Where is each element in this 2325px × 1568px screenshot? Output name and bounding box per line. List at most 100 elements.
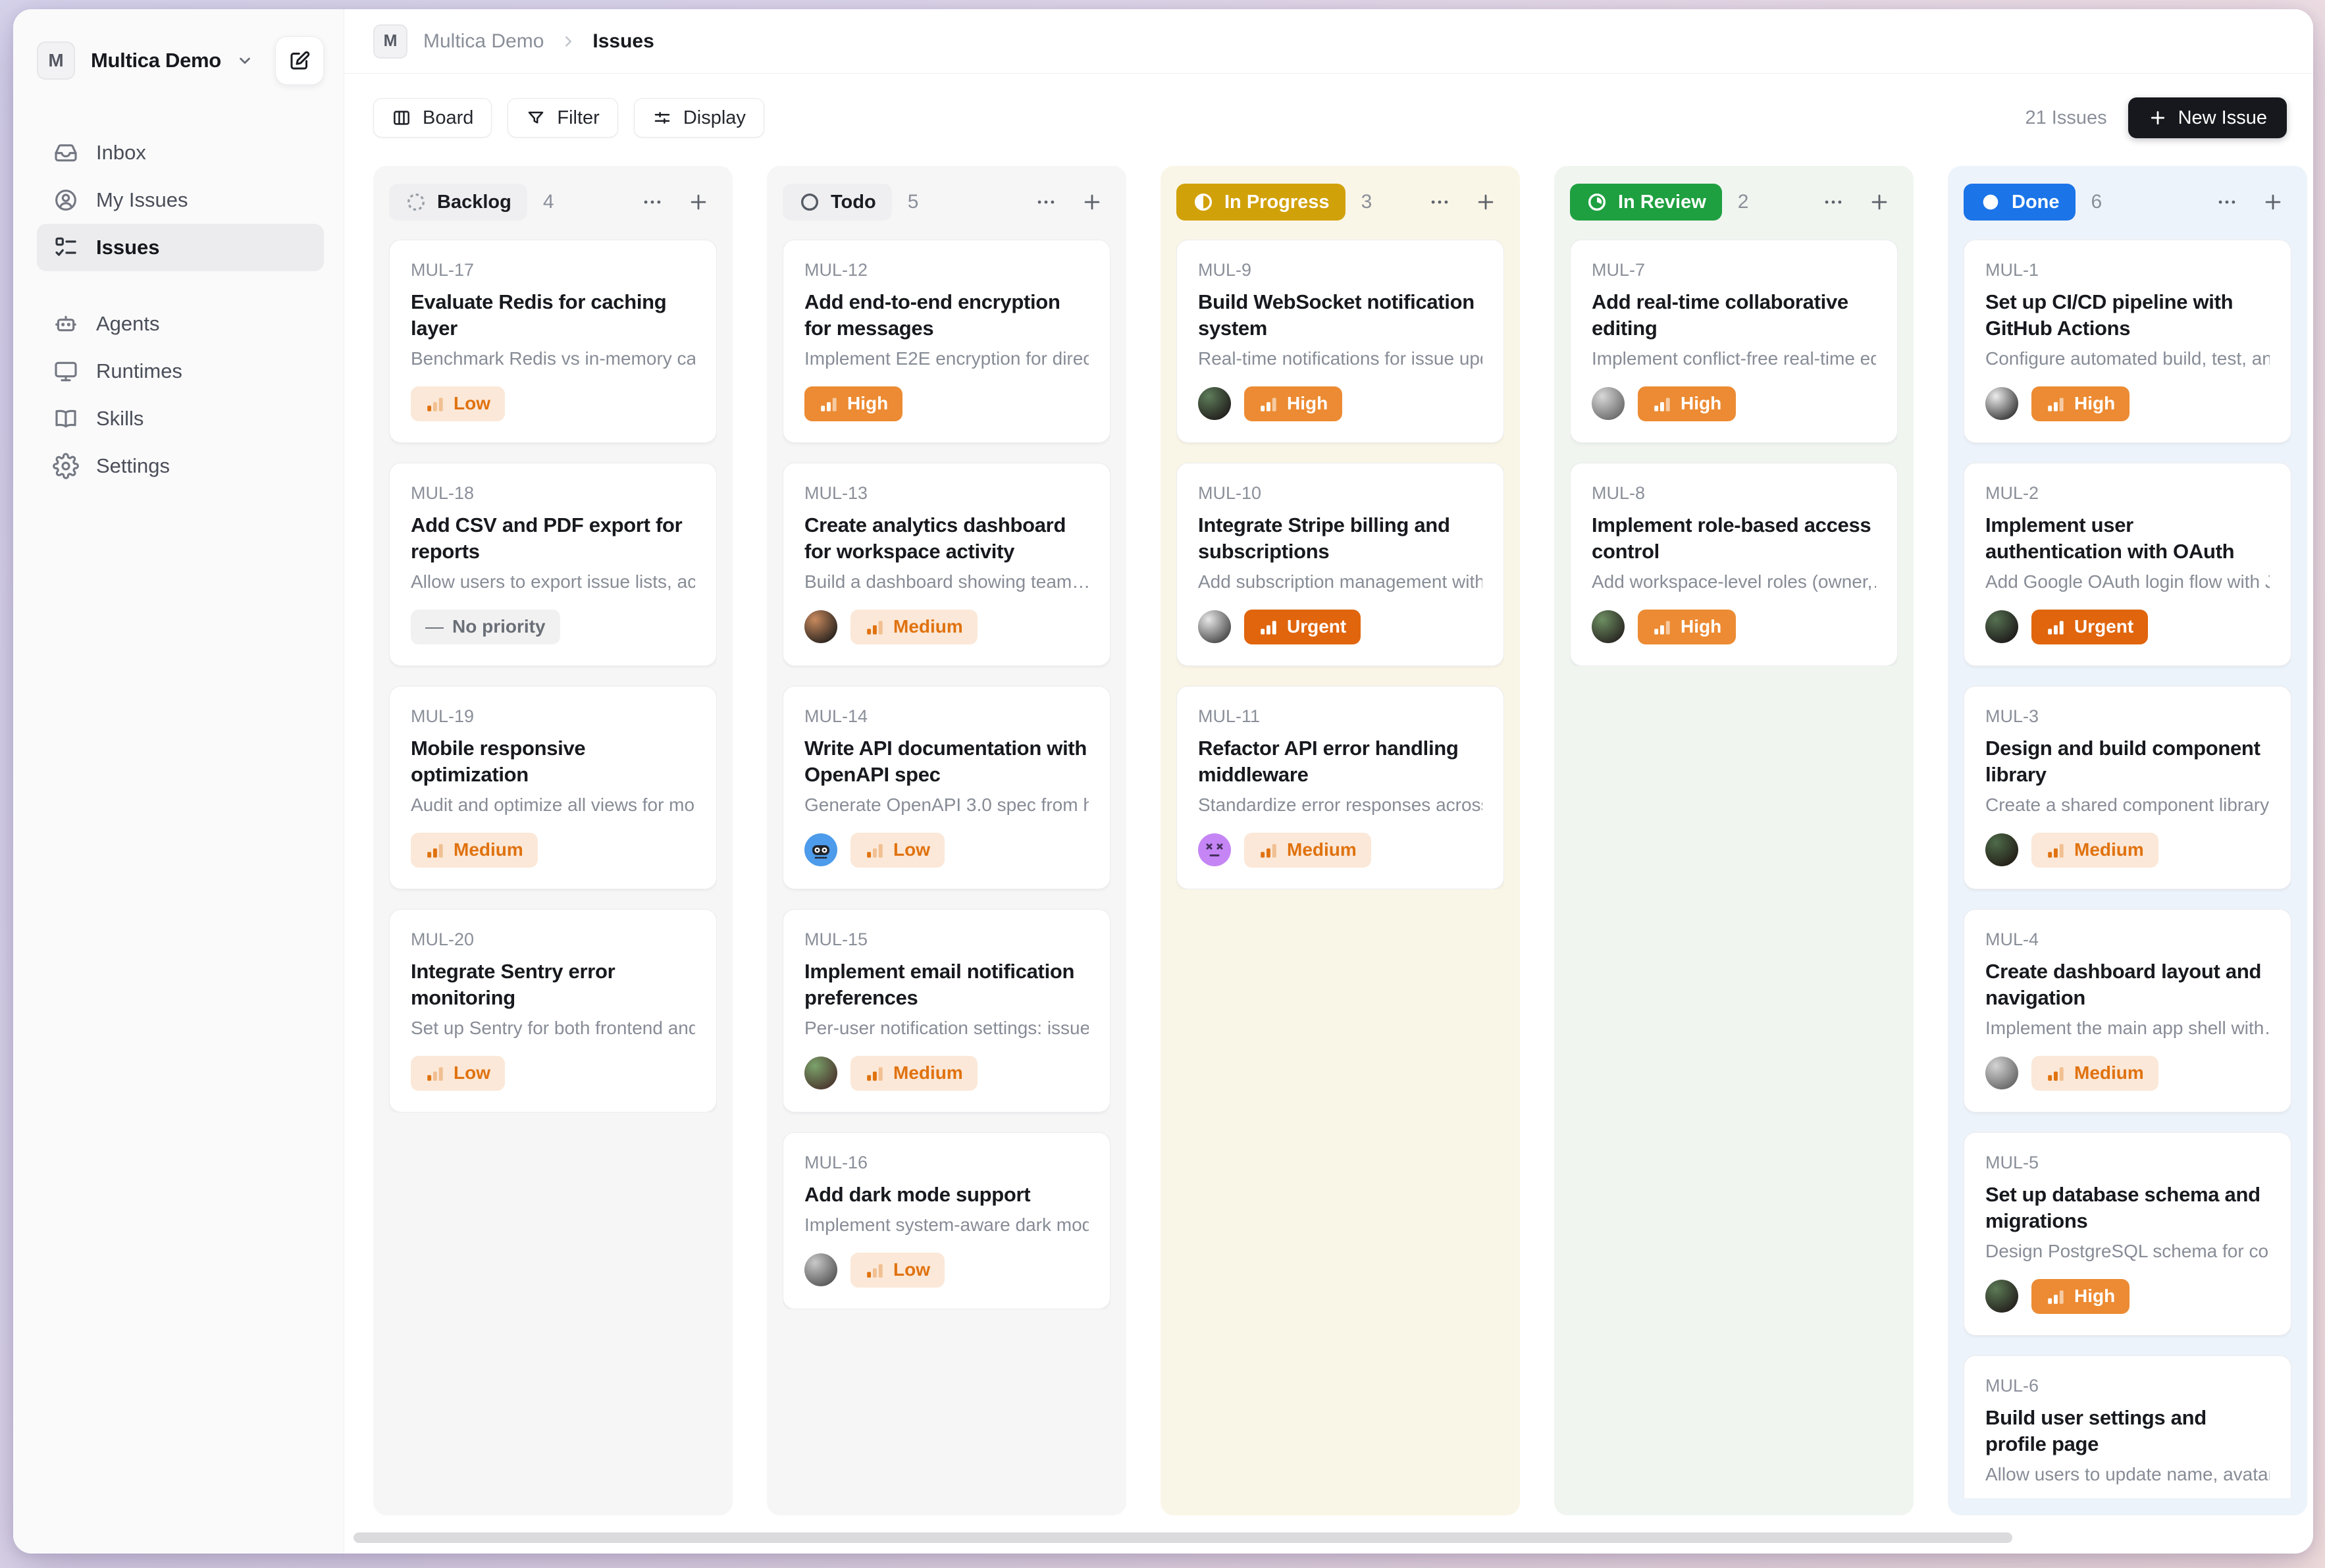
todo-circle-icon (798, 191, 821, 213)
issue-footer: Medium (1198, 833, 1482, 868)
assignee-avatar (1985, 610, 2018, 643)
column-header-inprogress: In Progress3 (1176, 183, 1504, 221)
issue-card-mul-12[interactable]: MUL-12Add end-to-end encryption for mess… (783, 240, 1110, 443)
filter-button[interactable]: Filter (508, 98, 617, 138)
desktop-background: { "sidebar": { "workspace_initial": "M",… (0, 0, 2325, 1568)
board-view-button[interactable]: Board (373, 98, 492, 138)
issue-card-mul-1[interactable]: MUL-1Set up CI/CD pipeline with GitHub A… (1964, 240, 2291, 443)
issue-card-mul-2[interactable]: MUL-2Implement user authentication with … (1964, 463, 2291, 666)
new-issue-button[interactable]: New Issue (2128, 97, 2287, 138)
column-more-button[interactable] (2208, 184, 2245, 221)
issue-card-mul-15[interactable]: MUL-15Implement email notification prefe… (783, 909, 1110, 1112)
issue-title: Add dark mode support (804, 1182, 1089, 1208)
issue-card-mul-11[interactable]: MUL-11Refactor API error handling middle… (1176, 686, 1504, 889)
display-button[interactable]: Display (634, 98, 764, 138)
chevron-down-icon[interactable] (236, 51, 254, 70)
column-header-backlog: Backlog4 (389, 183, 717, 221)
issue-title: Mobile responsive optimization (411, 735, 695, 788)
priority-bars-icon (819, 394, 839, 413)
issue-card-mul-3[interactable]: MUL-3Design and build component libraryC… (1964, 686, 2291, 889)
issue-card-mul-13[interactable]: MUL-13Create analytics dashboard for wor… (783, 463, 1110, 666)
issue-card-mul-7[interactable]: MUL-7Add real-time collaborative editing… (1570, 240, 1898, 443)
column-count: 3 (1361, 191, 1372, 213)
issue-footer: Medium (411, 833, 695, 868)
priority-badge-low: Low (411, 1056, 505, 1091)
workspace-name[interactable]: Multica Demo (91, 49, 221, 72)
display-label: Display (683, 107, 746, 129)
issue-footer: High (1198, 386, 1482, 421)
column-more-button[interactable] (1028, 184, 1064, 221)
column-add-button[interactable] (1074, 184, 1110, 221)
issue-title: Build WebSocket notification system (1198, 289, 1482, 342)
issue-title: Create analytics dashboard for workspace… (804, 512, 1089, 565)
sidebar-nav: InboxMy IssuesIssues AgentsRuntimesSkills… (37, 129, 324, 490)
column-add-button[interactable] (680, 184, 717, 221)
issue-footer: Low (804, 833, 1089, 868)
monitor-icon (53, 358, 79, 384)
issue-card-mul-6[interactable]: MUL-6Build user settings and profile pag… (1964, 1355, 2291, 1498)
priority-badge-medium: Medium (411, 833, 538, 868)
issue-card-mul-16[interactable]: MUL-16Add dark mode supportImplement sys… (783, 1132, 1110, 1309)
issue-card-mul-10[interactable]: MUL-10Integrate Stripe billing and subsc… (1176, 463, 1504, 666)
sidebar-item-skills[interactable]: Skills (37, 395, 324, 442)
column-cards: MUL-17Evaluate Redis for caching layerBe… (389, 240, 717, 1112)
priority-label: No priority (452, 616, 546, 637)
issue-card-mul-19[interactable]: MUL-19Mobile responsive optimizationAudi… (389, 686, 717, 889)
column-more-button[interactable] (634, 184, 671, 221)
issue-id: MUL-2 (1985, 483, 2270, 504)
breadcrumb-page: Issues (592, 30, 654, 53)
sidebar-item-inbox[interactable]: Inbox (37, 129, 324, 176)
assignee-avatar (1592, 387, 1625, 420)
issue-footer: High (1592, 386, 1876, 421)
compose-button[interactable] (275, 36, 324, 85)
sidebar-item-issues[interactable]: Issues (37, 224, 324, 271)
issue-card-mul-20[interactable]: MUL-20Integrate Sentry error monitoringS… (389, 909, 717, 1112)
new-issue-label: New Issue (2178, 107, 2267, 129)
column-cards: MUL-7Add real-time collaborative editing… (1570, 240, 1898, 666)
column-actions (634, 184, 717, 221)
issue-id: MUL-20 (411, 929, 695, 950)
status-label: Done (2012, 192, 2060, 213)
done-filled-circle-icon (1979, 191, 2002, 213)
column-add-button[interactable] (1861, 184, 1898, 221)
priority-label: Medium (893, 616, 963, 637)
breadcrumb-workspace[interactable]: Multica Demo (423, 30, 544, 53)
column-add-button[interactable] (2255, 184, 2291, 221)
issue-card-mul-17[interactable]: MUL-17Evaluate Redis for caching layerBe… (389, 240, 717, 443)
issue-footer: High (1592, 610, 1876, 644)
issue-id: MUL-6 (1985, 1376, 2270, 1396)
plus-icon (2148, 108, 2168, 128)
issue-card-mul-9[interactable]: MUL-9Build WebSocket notification system… (1176, 240, 1504, 443)
sidebar-item-runtimes[interactable]: Runtimes (37, 348, 324, 395)
assignee-avatar (804, 1253, 837, 1286)
dizzy-face-avatar (1198, 833, 1231, 866)
assignee-avatar (1198, 387, 1231, 420)
sidebar-item-my-issues[interactable]: My Issues (37, 176, 324, 224)
gear-icon (53, 453, 79, 479)
sidebar: M Multica Demo InboxMy IssuesIssuesAgent… (13, 9, 344, 1554)
issue-description: Allow users to export issue lists, activ… (411, 571, 695, 592)
issue-card-mul-8[interactable]: MUL-8Implement role-based access control… (1570, 463, 1898, 666)
column-more-button[interactable] (1421, 184, 1458, 221)
issue-title: Implement role-based access control (1592, 512, 1876, 565)
priority-badge-high: High (1638, 610, 1736, 644)
issue-card-mul-14[interactable]: MUL-14Write API documentation with OpenA… (783, 686, 1110, 889)
horizontal-scrollbar[interactable] (353, 1532, 2012, 1543)
priority-badge-high: High (1638, 386, 1736, 421)
issue-description: Design PostgreSQL schema for core… (1985, 1241, 2270, 1262)
issue-card-mul-5[interactable]: MUL-5Set up database schema and migratio… (1964, 1132, 2291, 1336)
board-column-inprogress: In Progress3 MUL-9Build WebSocket notific… (1161, 166, 1520, 1515)
sidebar-item-settings[interactable]: Settings (37, 442, 324, 490)
assignee-avatar (1985, 833, 2018, 866)
column-add-button[interactable] (1467, 184, 1504, 221)
display-sliders-icon (652, 108, 672, 128)
issue-description: Set up Sentry for both frontend and… (411, 1018, 695, 1039)
priority-label: High (1681, 393, 1721, 414)
column-header-todo: Todo5 (783, 183, 1110, 221)
issue-card-mul-4[interactable]: MUL-4Create dashboard layout and navigat… (1964, 909, 2291, 1112)
column-more-button[interactable] (1815, 184, 1852, 221)
priority-label: Medium (2074, 1062, 2144, 1084)
issue-card-mul-18[interactable]: MUL-18Add CSV and PDF export for reports… (389, 463, 717, 666)
sidebar-item-agents[interactable]: Agents (37, 300, 324, 348)
priority-bars-icon (1259, 840, 1278, 860)
